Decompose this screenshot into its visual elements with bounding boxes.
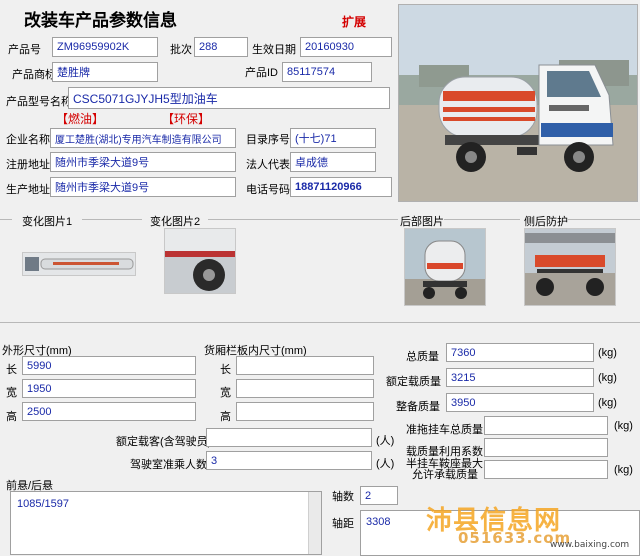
- catalog-label: 目录序号: [246, 134, 290, 146]
- saddle-load-label: 半挂车鞍座最大 允许承载质量: [406, 459, 483, 481]
- product-id-field[interactable]: 85117574: [282, 62, 372, 82]
- divider: [444, 219, 520, 220]
- legal-rep-label: 法人代表: [246, 159, 290, 171]
- side-rear-guard-image[interactable]: [524, 228, 616, 306]
- change-image-1[interactable]: [22, 252, 136, 276]
- product-no-label: 产品号: [8, 44, 41, 56]
- prod-address-label: 生产地址: [6, 184, 50, 196]
- cargo-width-label: 宽: [220, 387, 231, 399]
- total-mass-field[interactable]: 7360: [446, 343, 594, 362]
- model-label: 产品型号名称: [6, 96, 72, 108]
- axle-count-field[interactable]: 2: [360, 486, 398, 505]
- overhang-textarea[interactable]: 1085/1597: [10, 491, 322, 555]
- width-label: 宽: [6, 387, 17, 399]
- env-tag: 【环保】: [162, 112, 211, 126]
- saddle-load-field[interactable]: [484, 460, 608, 479]
- expand-link[interactable]: 扩展: [342, 13, 366, 30]
- product-id-label: 产品ID: [245, 67, 278, 79]
- rated-load-label: 额定载质量: [386, 376, 441, 388]
- curb-mass-unit: (kg): [598, 397, 617, 409]
- length-field[interactable]: 5990: [22, 356, 196, 375]
- effective-date-label: 生效日期: [252, 44, 296, 56]
- legal-rep-field[interactable]: 卓成德: [290, 152, 376, 172]
- overhang-scrollbar[interactable]: [308, 492, 321, 554]
- rear-image[interactable]: [404, 228, 486, 306]
- cab-seats-field[interactable]: 3: [206, 451, 372, 470]
- wheelbase-label: 轴距: [332, 518, 354, 530]
- rated-load-field[interactable]: 3215: [446, 368, 594, 387]
- fuel-tag: 【燃油】: [56, 112, 105, 126]
- divider: [568, 219, 640, 220]
- cargo-height-label: 高: [220, 411, 231, 423]
- cab-seats-unit: (人): [376, 458, 395, 470]
- trailer-mass-field[interactable]: [484, 416, 608, 435]
- page-title: 改装车产品参数信息: [24, 11, 177, 31]
- truck-photo: [398, 4, 638, 202]
- height-field[interactable]: 2500: [22, 402, 196, 421]
- change-image-1-label: 变化图片1: [22, 216, 73, 228]
- rated-load-unit: (kg): [598, 372, 617, 384]
- width-field[interactable]: 1950: [22, 379, 196, 398]
- divider: [82, 219, 142, 220]
- phone-label: 电话号码: [246, 184, 290, 196]
- cargo-height-field[interactable]: [236, 402, 374, 421]
- curb-mass-field[interactable]: 3950: [446, 393, 594, 412]
- change-image-2[interactable]: [164, 228, 236, 294]
- cab-seats-label: 驾驶室准乘人数: [130, 459, 207, 471]
- effective-date-field[interactable]: 20160930: [300, 37, 392, 57]
- change-image-2-label: 变化图片2: [150, 216, 201, 228]
- load-utilization-label: 载质量利用系数: [406, 446, 483, 458]
- axle-count-label: 轴数: [332, 491, 354, 503]
- company-name-field[interactable]: 厦工楚胜(湖北)专用汽车制造有限公司: [50, 128, 236, 148]
- product-no-field[interactable]: ZM96959902K: [52, 37, 158, 57]
- total-mass-unit: (kg): [598, 347, 617, 359]
- reg-address-label: 注册地址: [6, 159, 50, 171]
- overhang-value: 1085/1597: [17, 498, 69, 510]
- company-name-label: 企业名称: [6, 134, 50, 146]
- divider: [0, 219, 12, 220]
- divider: [0, 322, 640, 323]
- length-label: 长: [6, 364, 17, 376]
- divider: [208, 219, 398, 220]
- batch-label: 批次: [170, 44, 192, 56]
- cargo-length-field[interactable]: [236, 356, 374, 375]
- trailer-mass-label: 准拖挂车总质量: [406, 424, 483, 436]
- batch-field[interactable]: 288: [194, 37, 248, 57]
- cargo-width-field[interactable]: [236, 379, 374, 398]
- brand-label: 产品商标: [12, 69, 56, 81]
- brand-field[interactable]: 楚胜牌: [52, 62, 158, 82]
- catalog-field[interactable]: (十七)71: [290, 128, 376, 148]
- rear-image-label: 后部图片: [400, 216, 444, 228]
- total-mass-label: 总质量: [406, 351, 439, 363]
- rated-passengers-label: 额定载客(含驾驶员): [116, 436, 212, 448]
- side-rear-guard-label: 侧后防护: [524, 216, 568, 228]
- rated-passengers-unit: (人): [376, 435, 395, 447]
- rated-passengers-field[interactable]: [206, 428, 372, 447]
- reg-address-field[interactable]: 随州市季梁大道9号: [50, 152, 236, 172]
- saddle-load-unit: (kg): [614, 464, 633, 476]
- prod-address-field[interactable]: 随州市季梁大道9号: [50, 177, 236, 197]
- cargo-length-label: 长: [220, 364, 231, 376]
- model-field[interactable]: CSC5071GJYJH5型加油车: [68, 87, 390, 109]
- curb-mass-label: 整备质量: [396, 401, 440, 413]
- saddle-load-label-line2: 允许承载质量: [412, 469, 478, 481]
- load-utilization-field[interactable]: [484, 438, 608, 457]
- height-label: 高: [6, 411, 17, 423]
- phone-field[interactable]: 18871120966: [290, 177, 392, 197]
- watermark-url: www.baixing.com: [550, 540, 630, 550]
- trailer-mass-unit: (kg): [614, 420, 633, 432]
